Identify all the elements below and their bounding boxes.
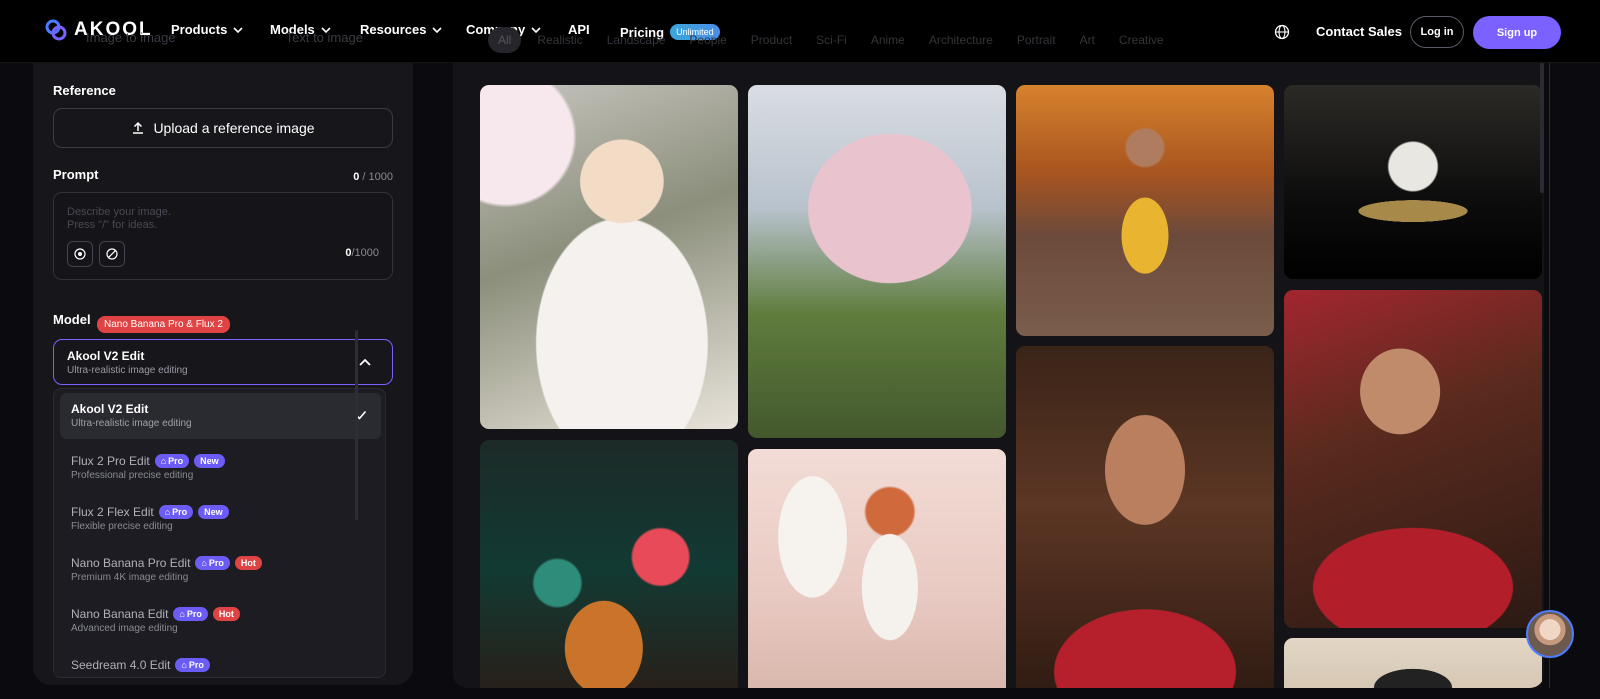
prompt-enhance-button[interactable] <box>67 241 93 267</box>
reference-label: Reference <box>53 83 116 98</box>
model-select[interactable]: Akool V2 Edit Ultra-realistic image edit… <box>53 339 393 385</box>
gallery-scrollbar-track <box>1549 63 1550 688</box>
pro-badge-label: Pro <box>168 456 184 466</box>
model-option-seedream-4-edit[interactable]: Seedream 4.0 Edit ⌂ Pro <box>60 649 381 677</box>
model-option-name: Nano Banana Edit <box>71 607 169 621</box>
pro-badge: ⌂ Pro <box>195 556 230 570</box>
selected-model-name: Akool V2 Edit <box>67 349 145 363</box>
dropdown-scrollbar[interactable] <box>355 330 358 520</box>
lock-icon: ⌂ <box>201 558 207 568</box>
model-option-flux-2-pro-edit[interactable]: Flux 2 Pro Edit ⌂ Pro New Professional pr… <box>60 445 381 491</box>
model-option-desc: Premium 4K image editing <box>71 572 189 583</box>
login-button[interactable]: Log in <box>1410 16 1464 48</box>
model-option-desc: Advanced image editing <box>71 623 178 634</box>
prompt-inner-max: /1000 <box>351 247 379 259</box>
upload-icon <box>133 121 144 134</box>
chevron-down-icon <box>321 26 331 33</box>
pro-badge-label: Pro <box>172 507 188 517</box>
model-option-nano-banana-edit[interactable]: Nano Banana Edit ⌂ Pro Hot Advanced image… <box>60 598 381 644</box>
nav-company-label: Company <box>466 22 526 37</box>
support-chat-avatar[interactable] <box>1526 610 1574 658</box>
gallery-image-red-bride[interactable] <box>1284 290 1542 628</box>
model-label: Model <box>53 312 91 327</box>
nav-pricing[interactable]: Pricing Unlimited <box>620 24 720 40</box>
lock-icon: ⌂ <box>160 456 167 466</box>
lock-icon: ⌂ <box>179 609 185 619</box>
model-option-desc: Professional precise editing <box>71 470 194 481</box>
new-badge: New <box>198 505 229 519</box>
model-option-akool-v2-edit[interactable]: Akool V2 Edit Ultra-realistic image edit… <box>60 393 381 439</box>
model-option-desc: Flexible precise editing <box>71 521 173 532</box>
chevron-down-icon <box>432 26 443 33</box>
globe-icon[interactable] <box>1274 24 1290 40</box>
nav-api[interactable]: API <box>568 22 590 37</box>
model-promo-badge: Nano Banana Pro & Flux 2 <box>97 316 230 333</box>
nav-models-label: Models <box>270 22 315 37</box>
prompt-max: / 1000 <box>359 171 393 183</box>
top-navbar: AKOOL Products Models Resources Company … <box>0 0 1600 63</box>
gallery-image-silver-apple[interactable] <box>1284 85 1542 279</box>
unlimited-badge: Unlimited <box>670 24 720 40</box>
inspiration-gallery <box>453 63 1544 688</box>
nav-products-label: Products <box>171 22 228 37</box>
gallery-image-tiara[interactable] <box>1284 638 1542 688</box>
nav-company[interactable]: Company <box>466 22 541 37</box>
nav-resources-label: Resources <box>360 22 427 37</box>
chevron-down-icon <box>531 26 541 33</box>
akool-logo[interactable]: AKOOL <box>44 18 153 42</box>
brand-name: AKOOL <box>74 19 153 40</box>
nav-api-label: API <box>568 22 590 37</box>
pro-badge: ⌂ Pro <box>173 607 208 621</box>
nav-products[interactable]: Products <box>171 22 243 37</box>
model-dropdown-menu: Akool V2 Edit Ultra-realistic image edit… <box>53 388 386 678</box>
gallery-image-indian-bride[interactable] <box>1016 346 1274 688</box>
hot-badge: Hot <box>212 607 240 621</box>
lock-icon: ⌂ <box>164 507 171 517</box>
pro-badge-label: Pro <box>188 660 204 670</box>
ban-icon <box>106 248 118 260</box>
gallery-image-vanity-girl[interactable] <box>748 449 1006 688</box>
nav-pricing-label: Pricing <box>620 24 665 40</box>
gallery-image-bride[interactable] <box>480 85 738 429</box>
gallery-image-retro-diner[interactable] <box>480 440 738 688</box>
model-option-desc: Ultra-realistic image editing <box>71 418 192 429</box>
gallery-image-autumn-street[interactable] <box>1016 85 1274 336</box>
lock-icon: ⌂ <box>181 660 187 670</box>
hot-badge: Hot <box>234 556 262 570</box>
new-badge: New <box>194 454 225 468</box>
pro-badge: ⌂ Pro <box>158 505 194 519</box>
nav-models[interactable]: Models <box>270 22 331 37</box>
prompt-placeholder: Describe your image. Press "/" for ideas… <box>67 206 171 231</box>
nav-resources[interactable]: Resources <box>360 22 443 37</box>
upload-reference-label: Upload a reference image <box>153 120 315 136</box>
chevron-down-icon <box>233 26 243 33</box>
model-option-name: Akool V2 Edit <box>71 402 149 416</box>
prompt-textarea[interactable]: Describe your image. Press "/" for ideas… <box>53 192 393 280</box>
selected-model-desc: Ultra-realistic image editing <box>67 365 188 376</box>
prompt-inner-counter: 0/1000 <box>345 247 379 259</box>
target-icon <box>74 248 86 260</box>
model-option-flux-2-flex-edit[interactable]: Flux 2 Flex Edit ⌂ Pro New Flexible preci… <box>60 496 381 542</box>
gallery-image-cherry-tree[interactable] <box>748 85 1006 438</box>
pro-badge: ⌂ Pro <box>175 658 210 672</box>
model-option-name: Flux 2 Pro Edit <box>71 454 150 468</box>
model-option-name: Flux 2 Flex Edit <box>71 505 154 519</box>
pro-badge: ⌂ Pro <box>154 454 190 468</box>
gallery-scrollbar-thumb[interactable] <box>1540 63 1544 193</box>
upload-reference-button[interactable]: Upload a reference image <box>53 108 393 148</box>
model-option-nano-banana-pro-edit[interactable]: Nano Banana Pro Edit ⌂ Pro Hot Premium 4K… <box>60 547 381 593</box>
model-option-name: Nano Banana Pro Edit <box>71 556 191 570</box>
akool-logo-icon <box>45 19 67 41</box>
pro-badge-label: Pro <box>186 609 202 619</box>
model-option-name: Seedream 4.0 Edit <box>71 658 171 672</box>
signup-button[interactable]: Sign up <box>1473 16 1561 49</box>
contact-sales-link[interactable]: Contact Sales <box>1316 24 1402 39</box>
prompt-label: Prompt <box>53 167 99 182</box>
chevron-up-icon <box>359 358 371 366</box>
pro-badge-label: Pro <box>208 558 224 568</box>
prompt-char-counter: 0 / 1000 <box>353 171 393 183</box>
prompt-clear-button[interactable] <box>99 241 125 267</box>
